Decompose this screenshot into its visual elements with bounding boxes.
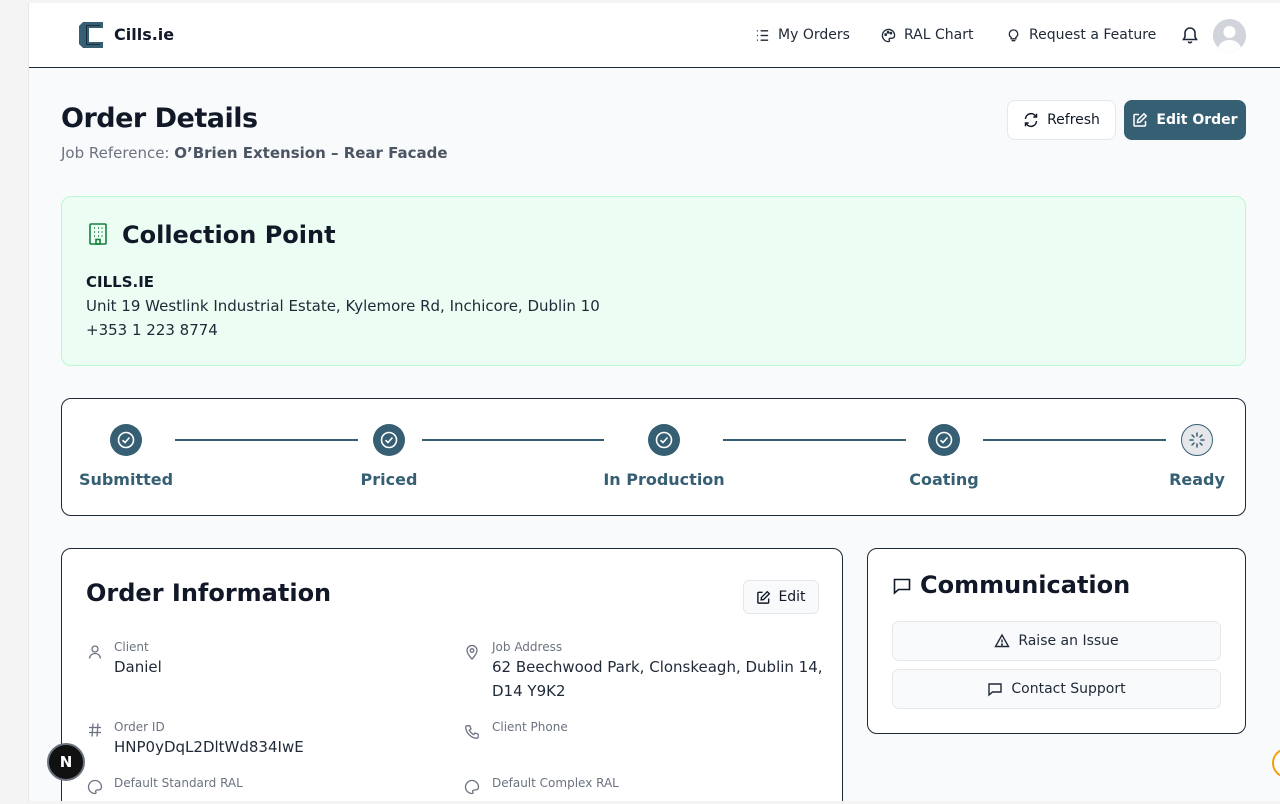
- floating-n-badge[interactable]: N: [47, 743, 85, 781]
- cills-logo-icon[interactable]: [77, 20, 105, 50]
- top-navbar: Cills.ie My Orders RAL Chart Request a F…: [29, 3, 1280, 68]
- refresh-icon: [1024, 112, 1038, 128]
- palette-icon: [464, 779, 480, 795]
- refresh-button[interactable]: Refresh: [1007, 100, 1116, 140]
- message-square-icon: [893, 578, 911, 595]
- page-title: Order Details: [61, 103, 258, 134]
- step-ready-loader-icon: [1181, 424, 1213, 456]
- app-page: Cills.ie My Orders RAL Chart Request a F…: [28, 3, 1280, 801]
- job-reference-value: O’Brien Extension – Rear Facade: [174, 144, 448, 162]
- step-label-priced: Priced: [360, 470, 418, 489]
- palette-icon: [87, 779, 103, 795]
- step-label-ready: Ready: [1169, 470, 1225, 489]
- step-label-coating: Coating: [909, 470, 979, 489]
- alert-triangle-icon: [994, 633, 1011, 648]
- client-label: Client: [114, 640, 149, 654]
- collection-point-title: Collection Point: [122, 221, 336, 249]
- collection-point-name: CILLS.IE: [86, 273, 155, 291]
- hash-icon: [89, 723, 101, 737]
- job-reference: Job Reference: O’Brien Extension – Rear …: [61, 144, 448, 162]
- contact-support-label: Contact Support: [1011, 681, 1126, 697]
- step-coating-check-icon: [928, 424, 960, 456]
- communication-title: Communication: [920, 571, 1131, 599]
- step-connector: [422, 439, 604, 441]
- order-information-title: Order Information: [86, 579, 332, 607]
- order-id-value: HNP0yDqL2DltWd834IwE: [114, 738, 304, 756]
- edit-order-button-label: Edit Order: [1156, 112, 1238, 128]
- order-id-label: Order ID: [114, 720, 165, 734]
- step-in-production-check-icon: [648, 424, 680, 456]
- brand-name[interactable]: Cills.ie: [114, 25, 174, 44]
- communication-card: Communication Raise an Issue Contact Sup…: [867, 548, 1246, 734]
- client-phone-label: Client Phone: [492, 720, 568, 734]
- building-icon: [89, 223, 107, 245]
- nav-request-feature-label: Request a Feature: [1029, 27, 1157, 43]
- job-address-label: Job Address: [492, 640, 563, 654]
- job-reference-label: Job Reference:: [61, 144, 170, 162]
- step-priced-check-icon: [373, 424, 405, 456]
- default-complex-ral-label: Default Complex RAL: [492, 776, 619, 790]
- nav-request-feature[interactable]: Request a Feature: [1006, 3, 1156, 67]
- job-address-line2: D14 Y9K2: [492, 682, 566, 700]
- list-icon: [756, 29, 769, 41]
- phone-icon: [465, 725, 479, 739]
- notification-bell-icon[interactable]: [1180, 25, 1200, 45]
- collection-point-phone: +353 1 223 8774: [86, 321, 218, 339]
- job-address-line1: 62 Beechwood Park, Clonskeagh, Dublin 14…: [492, 658, 823, 676]
- edit-icon: [757, 590, 771, 604]
- refresh-button-label: Refresh: [1047, 112, 1100, 128]
- order-status-tracker: Submitted Priced In Production Coating R…: [61, 398, 1246, 516]
- map-pin-icon: [466, 644, 478, 660]
- lightbulb-icon: [1008, 28, 1019, 41]
- user-avatar-icon: [1213, 19, 1246, 52]
- step-label-in-production: In Production: [603, 470, 725, 489]
- raise-issue-button[interactable]: Raise an Issue: [892, 621, 1221, 661]
- raise-issue-label: Raise an Issue: [1018, 633, 1119, 649]
- edit-button-label: Edit: [778, 589, 806, 605]
- contact-support-button[interactable]: Contact Support: [892, 669, 1221, 709]
- collection-point-address: Unit 19 Westlink Industrial Estate, Kyle…: [86, 297, 600, 315]
- step-submitted-check-icon: [110, 424, 142, 456]
- nav-ral-chart-label: RAL Chart: [904, 27, 974, 43]
- edit-icon: [1133, 112, 1148, 127]
- collection-point-card: Collection Point CILLS.IE Unit 19 Westli…: [61, 196, 1246, 366]
- client-value: Daniel: [114, 658, 162, 676]
- default-standard-ral-label: Default Standard RAL: [114, 776, 243, 790]
- nav-my-orders[interactable]: My Orders: [755, 3, 850, 67]
- step-label-submitted: Submitted: [78, 470, 174, 489]
- nav-my-orders-label: My Orders: [778, 27, 850, 43]
- step-connector: [723, 439, 906, 441]
- message-square-icon: [988, 683, 1003, 697]
- palette-icon: [881, 28, 896, 42]
- edit-order-info-button[interactable]: Edit: [743, 580, 819, 614]
- step-connector: [983, 439, 1166, 441]
- order-information-card: Order Information Edit Client Daniel Job…: [61, 548, 843, 801]
- user-icon: [88, 645, 102, 659]
- user-avatar[interactable]: [1213, 19, 1246, 52]
- edit-order-button[interactable]: Edit Order: [1124, 100, 1246, 140]
- step-connector: [175, 439, 358, 441]
- nav-ral-chart[interactable]: RAL Chart: [881, 3, 973, 67]
